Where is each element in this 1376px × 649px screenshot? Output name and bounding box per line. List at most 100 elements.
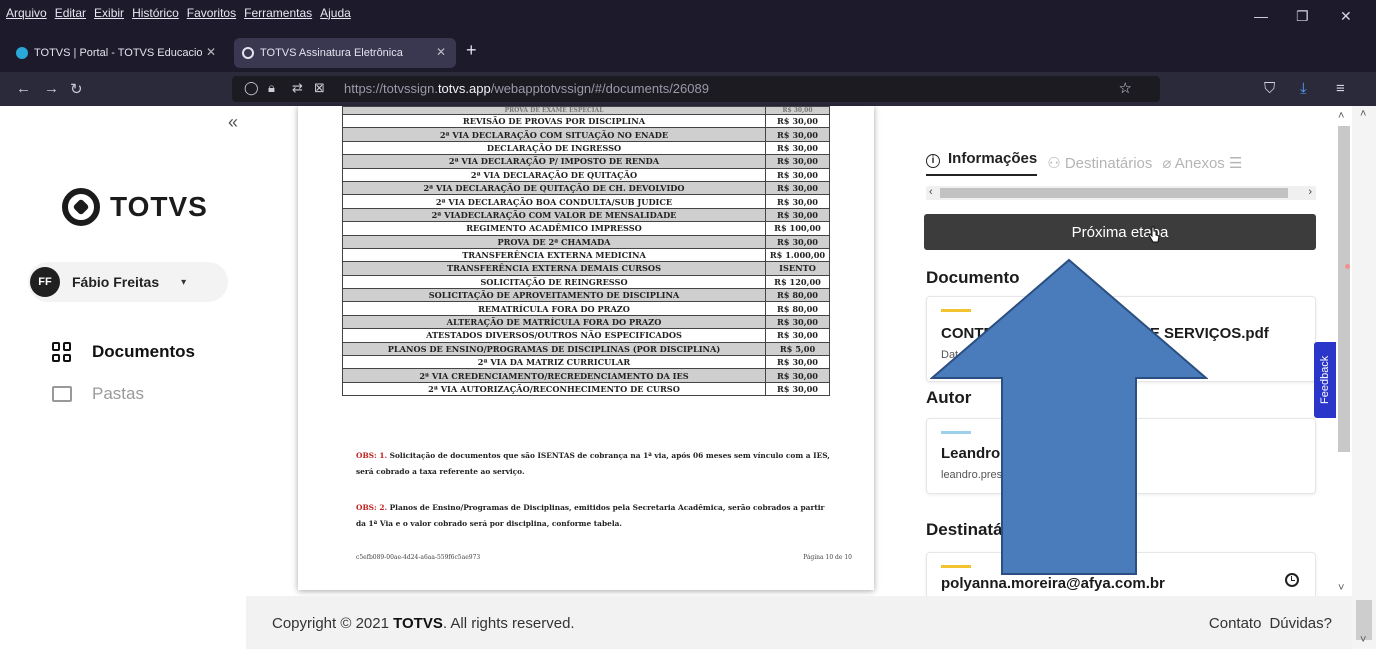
scroll-down-icon[interactable]: ˅ xyxy=(1360,634,1366,646)
tab-informacoes[interactable]: i Informações xyxy=(926,150,1038,176)
tabs-scrollbar[interactable]: ‹ › xyxy=(926,186,1316,200)
menu-exibir[interactable]: Exibir xyxy=(94,6,124,20)
service-cell: 2ª VIA DECLARAÇÃO BOA CONDULTA/SUB JUDIC… xyxy=(342,194,766,209)
tab-bar: TOTVS | Portal - TOTVS Educacio ✕ TOTVS … xyxy=(0,34,1376,72)
service-cell: SOLICITAÇÃO DE REINGRESSO xyxy=(342,274,766,290)
service-cell: 2ª VIADECLARAÇÃO COM VALOR DE MENSALIDAD… xyxy=(342,207,766,223)
price-cell: R$ 30,00 xyxy=(765,180,830,196)
minimize-icon[interactable]: — xyxy=(1254,8,1268,24)
service-cell: ALTERAÇÃO DE MATRÍCULA FORA DO PRAZO xyxy=(342,314,766,330)
scroll-thumb[interactable] xyxy=(940,188,1288,198)
new-tab-icon[interactable]: + xyxy=(466,40,477,61)
users-icon: ⚇ xyxy=(1047,155,1065,172)
menu-favoritos[interactable]: Favoritos xyxy=(187,6,236,20)
menu-historico[interactable]: Histórico xyxy=(132,6,179,20)
scroll-right-icon[interactable]: › xyxy=(1308,186,1312,198)
indicator-dot xyxy=(1345,264,1350,269)
table-row: TRANSFERÊNCIA EXTERNA DEMAIS CURSOS ISENT… xyxy=(342,261,830,276)
info-icon: i xyxy=(926,154,940,168)
permissions-icon[interactable]: ⇄ xyxy=(292,80,303,96)
reload-icon[interactable]: ↻ xyxy=(70,80,83,98)
table-row: 2ª VIA DA MATRIZ CURRICULAR R$ 30,00 xyxy=(342,355,830,370)
scroll-up-icon[interactable]: ˄ xyxy=(1360,108,1366,120)
table-row: ALTERAÇÃO DE MATRÍCULA FORA DO PRAZO R$ 3… xyxy=(342,314,830,330)
shield-icon[interactable]: ◯ xyxy=(244,80,259,96)
table-row: ATESTADOS DIVERSOS/OUTROS NÃO ESPECIFICA… xyxy=(342,328,830,343)
price-cell: R$ 120,00 xyxy=(765,274,830,290)
sidebar-item-label: Documentos xyxy=(92,342,195,361)
table-row: REVISÃO DE PROVAS POR DISCIPLINA R$ 30,00 xyxy=(342,113,830,129)
folder-icon xyxy=(52,386,72,402)
sidebar-item-pastas[interactable]: Pastas xyxy=(52,384,144,404)
clock-icon xyxy=(1285,573,1299,587)
menu-list: Arquivo Editar Exibir Histórico Favorito… xyxy=(6,6,351,20)
menu-bar: Arquivo Editar Exibir Histórico Favorito… xyxy=(0,0,1376,34)
scroll-left-icon[interactable]: ‹ xyxy=(929,186,933,198)
service-cell: 2ª VIA DECLARAÇÃO DE QUITAÇÃO xyxy=(342,167,766,182)
close-tab-icon[interactable]: ✕ xyxy=(206,45,216,59)
tab-assinatura[interactable]: TOTVS Assinatura Eletrônica ✕ xyxy=(234,38,456,68)
lock-icon[interactable]: 🔒︎ xyxy=(268,80,275,96)
price-cell: R$ 1.000,00 xyxy=(765,247,830,263)
close-window-icon[interactable]: ✕ xyxy=(1340,8,1352,25)
obs-note-2: OBS: 2. Planos de Ensino/Programas de Di… xyxy=(356,503,825,528)
totvs-logo: TOTVS xyxy=(62,188,208,226)
price-cell: R$ 5,00 xyxy=(765,341,830,357)
close-tab-icon[interactable]: ✕ xyxy=(436,45,446,59)
service-cell: 2ª VIA DECLARAÇÃO DE QUITAÇÃO DE CH. DEV… xyxy=(342,180,766,196)
table-row: 2ª VIA AUTORIZAÇÃO/RECONHECIMENTO DE CUR… xyxy=(342,381,830,397)
table-row: 2ª VIA DECLARAÇÃO DE QUITAÇÃO DE CH. DEV… xyxy=(342,180,830,196)
chevron-down-icon: ▾ xyxy=(181,276,187,288)
duvidas-link[interactable]: Dúvidas? xyxy=(1269,615,1332,632)
bookmark-star-icon[interactable]: ☆ xyxy=(1119,79,1132,97)
menu-ferramentas[interactable]: Ferramentas xyxy=(244,6,312,20)
table-row: PROVA DE EXAME ESPECIAL R$ 30,00 xyxy=(342,106,830,115)
portal-favicon-icon xyxy=(16,47,28,59)
tracking-icon[interactable]: ⊠ xyxy=(314,80,325,96)
avatar: FF xyxy=(30,267,60,297)
collapse-sidebar-icon[interactable]: « xyxy=(228,112,238,133)
user-menu[interactable]: FF Fábio Freitas ▾ xyxy=(28,262,228,302)
price-cell: R$ 30,00 xyxy=(765,127,830,142)
downloads-icon[interactable]: ⤓ xyxy=(1300,80,1307,97)
tab-title: TOTVS Assinatura Eletrônica xyxy=(260,47,403,59)
forward-icon[interactable]: → xyxy=(44,80,59,97)
scroll-up-icon[interactable]: ˄ xyxy=(1338,110,1344,122)
logo-text: TOTVS xyxy=(110,191,208,222)
panel-scrollbar[interactable]: ˄ ˅ xyxy=(1336,110,1352,596)
hamburger-menu-icon[interactable]: ≡ xyxy=(1336,80,1345,97)
sidebar-item-documentos[interactable]: Documentos xyxy=(52,342,195,362)
page-scrollbar[interactable]: ˄ ˅ xyxy=(1352,106,1376,649)
feedback-button[interactable]: Feedback xyxy=(1314,342,1336,418)
tab-destinatarios[interactable]: ⚇ Destinatários xyxy=(1047,154,1152,172)
scroll-down-icon[interactable]: ˅ xyxy=(1338,582,1344,594)
pocket-icon[interactable]: ⛉ xyxy=(1264,80,1275,97)
service-cell: REVISÃO DE PROVAS POR DISCIPLINA xyxy=(342,113,766,129)
fee-table: PROVA DE EXAME ESPECIAL R$ 30,00 REVISÃO… xyxy=(342,106,830,397)
service-cell: PLANOS DE ENSINO/PROGRAMAS DE DISCIPLINA… xyxy=(342,341,766,357)
service-cell: 2ª VIA DA MATRIZ CURRICULAR xyxy=(342,355,766,370)
totvs-favicon-icon xyxy=(242,47,254,59)
menu-arquivo[interactable]: Arquivo xyxy=(6,6,47,20)
url-text: https://totvssign.totvs.app/webapptotvss… xyxy=(344,81,709,96)
price-cell: R$ 30,00 xyxy=(765,381,830,397)
next-step-button[interactable]: Próxima etapa xyxy=(924,214,1316,250)
tab-portal[interactable]: TOTVS | Portal - TOTVS Educacio ✕ xyxy=(8,38,226,68)
nav-bar: ← → ↻ ◯ 🔒︎ ⇄ ⊠ https://totvssign.totvs.a… xyxy=(0,72,1376,106)
contato-link[interactable]: Contato xyxy=(1209,615,1262,632)
service-cell: PROVA DE 2ª CHAMADA xyxy=(342,234,766,249)
tab-anexos[interactable]: ⌀ Anexos ☰ xyxy=(1162,154,1242,172)
address-bar[interactable]: ◯ 🔒︎ ⇄ ⊠ https://totvssign.totvs.app/web… xyxy=(232,76,1160,102)
price-cell: R$ 30,00 xyxy=(765,328,830,343)
page-footer: Copyright © 2021 TOTVS. All rights reser… xyxy=(246,596,1352,649)
price-cell: R$ 30,00 xyxy=(765,106,830,115)
menu-ajuda[interactable]: Ajuda xyxy=(320,6,351,20)
document-hash: c5efb089-00ae-4d24-a6aa-559f6c5ae973 xyxy=(356,554,481,561)
scroll-thumb[interactable] xyxy=(1338,126,1350,452)
restore-icon[interactable]: ❐ xyxy=(1296,8,1309,25)
menu-editar[interactable]: Editar xyxy=(55,6,86,20)
copyright: Copyright © 2021 TOTVS. All rights reser… xyxy=(272,615,575,632)
document-page[interactable]: PROVA DE EXAME ESPECIAL R$ 30,00 REVISÃO… xyxy=(298,106,874,590)
price-cell: R$ 80,00 xyxy=(765,301,830,316)
back-icon[interactable]: ← xyxy=(16,80,31,97)
